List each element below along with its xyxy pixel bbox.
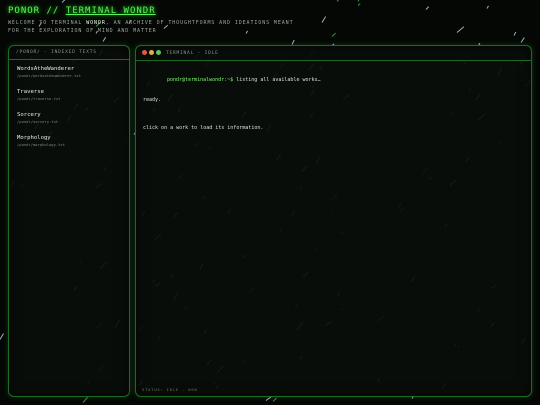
star-streak <box>357 2 362 6</box>
close-icon[interactable] <box>142 50 147 55</box>
command-line: pondr@terminalwondr:~$ listing all avail… <box>167 77 321 83</box>
subtitle-part1: Welcome to Terminal <box>8 20 87 26</box>
work-name: Sorcery <box>17 112 41 118</box>
work-path: /pondr/traverse.txt <box>17 96 61 101</box>
work-name: Traverse <box>17 89 44 95</box>
star-streak <box>358 0 363 2</box>
star-streak <box>425 6 430 10</box>
title-prefix: PONOR // <box>8 6 66 16</box>
terminal-title: terminal - idle <box>166 50 219 56</box>
minimize-icon[interactable] <box>149 50 154 55</box>
work-item-wordsathewanderer[interactable]: WordsAtheWanderer /pondr/wordsathewander… <box>17 66 81 78</box>
star-streak <box>82 396 89 403</box>
terminal-titlebar: terminal - idle <box>136 46 531 61</box>
work-item-morphology[interactable]: Morphology /pondr/morphology.txt <box>17 135 65 147</box>
page-subtitle: Welcome to Terminal Wondr, an archive of… <box>8 19 308 35</box>
star-streak <box>102 36 107 42</box>
star-streak <box>61 0 68 3</box>
work-item-traverse[interactable]: Traverse /pondr/traverse.txt <box>17 89 60 101</box>
star-streak <box>265 396 271 401</box>
star-streak <box>520 37 526 43</box>
maximize-icon[interactable] <box>156 50 161 55</box>
star-streak <box>272 398 277 403</box>
terminal-window: terminal - idle pondr@terminalwondr:~$ l… <box>135 45 532 397</box>
star-streak <box>336 0 342 3</box>
work-item-sorcery[interactable]: Sorcery /pondr/sorcery.txt <box>17 112 58 124</box>
work-path: /pondr/wordsathewanderer.txt <box>17 73 82 78</box>
work-name: Morphology <box>17 135 51 141</box>
work-path: /pondr/morphology.txt <box>17 142 66 147</box>
star-streak <box>486 5 489 9</box>
terminal-command: listing all available works… <box>233 77 321 83</box>
hint-line: click on a work to load its information. <box>143 125 264 131</box>
title-main: TERMINAL WONDR <box>65 6 156 16</box>
status-bar: status: idle - 000 <box>142 387 198 392</box>
ready-line: ready. <box>143 97 162 103</box>
star-streak <box>456 26 465 33</box>
star-streak <box>513 31 517 36</box>
work-name: WordsAtheWanderer <box>17 66 75 72</box>
star-streak <box>0 333 5 340</box>
work-path: /pondr/sorcery.txt <box>17 119 59 124</box>
subtitle-highlight: Wondr <box>86 20 106 26</box>
sidebar-header: /ponor/ - indexed texts <box>9 46 129 60</box>
terminal-prompt: pondr@terminalwondr:~$ <box>167 77 234 83</box>
works-sidebar: /ponor/ - indexed texts WordsAtheWandere… <box>8 45 130 397</box>
page-title: PONOR // TERMINAL WONDR <box>8 6 156 16</box>
star-streak <box>331 32 336 37</box>
star-streak <box>321 16 326 23</box>
